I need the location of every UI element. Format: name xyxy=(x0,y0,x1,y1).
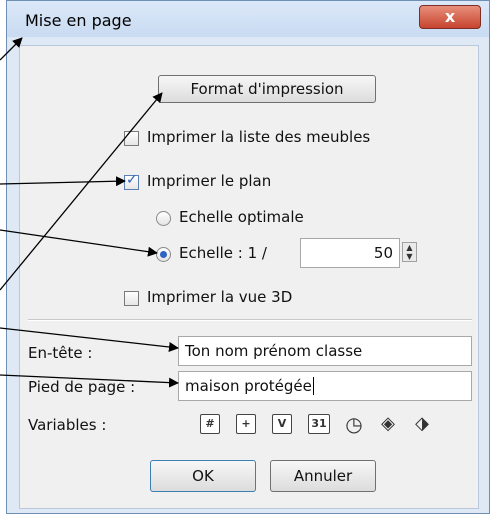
footer-value: maison protégée xyxy=(185,377,312,395)
print-furniture-checkbox[interactable] xyxy=(124,131,139,146)
ok-label: OK xyxy=(192,467,214,485)
ok-button[interactable]: OK xyxy=(150,460,256,492)
diamond-tag-icon[interactable]: ◈ xyxy=(378,414,398,434)
variables-label: Variables : xyxy=(28,416,107,434)
cancel-label: Annuler xyxy=(293,467,353,485)
spin-down-icon[interactable]: ▼ xyxy=(403,252,416,261)
close-button[interactable]: x xyxy=(419,5,481,29)
print-3d-checkbox[interactable] xyxy=(124,291,139,306)
format-print-label: Format d'impression xyxy=(190,80,344,98)
footer-input[interactable]: maison protégée xyxy=(178,371,472,401)
print-3d-label: Imprimer la vue 3D xyxy=(147,288,293,306)
header-label: En-tête : xyxy=(28,344,93,362)
cancel-button[interactable]: Annuler xyxy=(270,460,376,492)
dialog-titlebar: Mise en page x xyxy=(7,1,489,37)
scale-fixed-radio[interactable] xyxy=(156,247,171,262)
version-icon[interactable]: V xyxy=(272,414,292,434)
header-value: Ton nom prénom classe xyxy=(185,342,363,360)
plus-hash-icon[interactable]: + xyxy=(236,414,256,434)
clock-icon[interactable]: ◷ xyxy=(344,414,364,434)
format-print-button[interactable]: Format d'impression xyxy=(158,75,376,103)
print-furniture-label: Imprimer la liste des meubles xyxy=(147,128,371,146)
page-setup-dialog: Mise en page x Format d'impression Impri… xyxy=(6,0,490,514)
scale-optimal-label: Echelle optimale xyxy=(179,208,304,226)
print-plan-checkbox[interactable] xyxy=(124,172,139,190)
scale-fixed-label: Echelle : 1 / xyxy=(179,244,267,262)
scale-spinner[interactable]: ▲ ▼ xyxy=(402,242,417,262)
footer-label: Pied de page : xyxy=(28,378,136,396)
calendar-31-icon[interactable]: 31 xyxy=(308,414,330,434)
separator xyxy=(28,319,472,321)
print-plan-label: Imprimer le plan xyxy=(147,172,272,190)
dialog-title: Mise en page xyxy=(25,11,132,30)
hash-icon[interactable]: # xyxy=(200,414,220,434)
scale-value-input[interactable]: 50 xyxy=(300,238,400,268)
dialog-content: Format d'impression Imprimer la liste de… xyxy=(19,45,479,509)
cube-tag-icon[interactable]: ⬗ xyxy=(412,414,432,434)
scale-value: 50 xyxy=(373,244,393,262)
header-input[interactable]: Ton nom prénom classe xyxy=(178,336,472,366)
scale-optimal-radio[interactable] xyxy=(156,211,171,226)
close-icon: x xyxy=(444,7,456,26)
spin-up-icon[interactable]: ▲ xyxy=(403,243,416,252)
